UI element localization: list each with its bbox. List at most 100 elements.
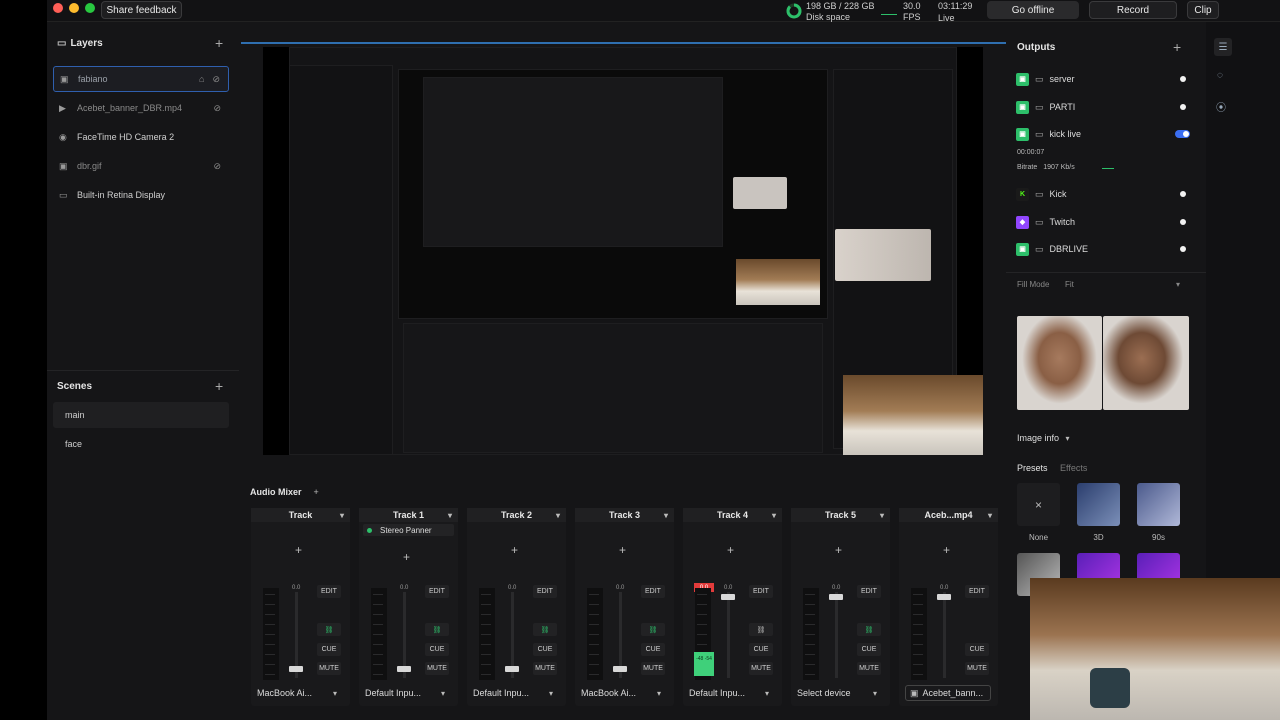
preset-90s[interactable] xyxy=(1137,483,1180,526)
track-header[interactable]: Aceb...mp4 ▾ xyxy=(899,508,998,522)
edit-button[interactable]: EDIT xyxy=(641,585,665,598)
fill-mode-select[interactable]: Fit ▾ xyxy=(1061,276,1186,292)
input-device-select[interactable]: Select device ▾ xyxy=(797,685,883,701)
volume-fader-track[interactable] xyxy=(835,592,838,678)
mute-button[interactable]: MUTE xyxy=(425,662,449,675)
presets-tab[interactable]: Presets xyxy=(1017,463,1048,473)
volume-fader-track[interactable] xyxy=(943,592,946,678)
scene-item-main[interactable]: main xyxy=(53,402,229,428)
lock-icon[interactable]: ⌂ xyxy=(199,74,204,84)
scene-item-face[interactable]: face xyxy=(53,431,229,457)
output-item-dbrlive[interactable]: ▣ ▭ DBRLIVE xyxy=(1016,239,1186,259)
track-header[interactable]: Track ▾ xyxy=(251,508,350,522)
input-device-select[interactable]: Default Inpu... ▾ xyxy=(365,685,451,701)
cue-button[interactable]: CUE xyxy=(857,643,881,656)
image-info-toggle[interactable]: Image info ▾ xyxy=(1017,433,1070,443)
go-offline-button[interactable]: Go offline xyxy=(987,1,1079,19)
add-filter-button[interactable]: + xyxy=(619,543,626,557)
mute-button[interactable]: MUTE xyxy=(641,662,665,675)
cue-button[interactable]: CUE xyxy=(317,643,341,656)
link-icon[interactable]: ⛓ xyxy=(533,623,557,636)
layer-item-dbr-gif[interactable]: ▣ dbr.gif ⊘ xyxy=(53,153,229,179)
add-output-button[interactable]: + xyxy=(1173,40,1181,54)
mute-button[interactable]: MUTE xyxy=(965,662,989,675)
record-button[interactable]: Record xyxy=(1089,1,1177,19)
input-device-select[interactable]: Default Inpu... ▾ xyxy=(473,685,559,701)
track-header[interactable]: Track 2 ▾ xyxy=(467,508,566,522)
add-filter-button[interactable]: + xyxy=(511,543,518,557)
volume-fader-knob[interactable] xyxy=(721,594,735,600)
visibility-hidden-icon[interactable]: ⊘ xyxy=(213,103,221,114)
preset-none[interactable]: × xyxy=(1017,483,1060,526)
broadcast-icon[interactable]: ⦿ xyxy=(1216,99,1226,114)
cue-button[interactable]: CUE xyxy=(965,643,989,656)
visibility-hidden-icon[interactable]: ⊘ xyxy=(212,74,220,85)
edit-button[interactable]: EDIT xyxy=(533,585,557,598)
visibility-hidden-icon[interactable]: ⊘ xyxy=(213,161,221,172)
link-icon[interactable]: ⛓ xyxy=(641,623,665,636)
add-layer-button[interactable]: + xyxy=(215,36,223,50)
volume-fader-knob[interactable] xyxy=(613,666,627,672)
link-icon[interactable]: ⛓ xyxy=(857,623,881,636)
status-dot[interactable] xyxy=(1180,191,1186,197)
track-header[interactable]: Track 3 ▾ xyxy=(575,508,674,522)
edit-button[interactable]: EDIT xyxy=(857,585,881,598)
add-track-button[interactable]: + xyxy=(314,487,319,497)
add-filter-button[interactable]: + xyxy=(295,543,302,557)
close-window-button[interactable] xyxy=(53,3,63,13)
output-item-kick-live[interactable]: ▣ ▭ kick live xyxy=(1016,124,1190,144)
add-scene-button[interactable]: + xyxy=(215,379,223,393)
volume-fader-knob[interactable] xyxy=(289,666,303,672)
status-dot[interactable] xyxy=(1180,104,1186,110)
volume-fader-knob[interactable] xyxy=(937,594,951,600)
minimize-window-button[interactable] xyxy=(69,3,79,13)
volume-fader-track[interactable] xyxy=(727,592,730,678)
link-icon[interactable]: ⛓ xyxy=(425,623,449,636)
cue-button[interactable]: CUE xyxy=(533,643,557,656)
edit-button[interactable]: EDIT xyxy=(425,585,449,598)
program-preview[interactable] xyxy=(263,47,983,455)
cue-button[interactable]: CUE xyxy=(425,643,449,656)
output-live-toggle[interactable] xyxy=(1175,130,1190,138)
share-feedback-button[interactable]: Share feedback xyxy=(101,1,182,19)
volume-fader-knob[interactable] xyxy=(397,666,411,672)
input-device-select[interactable]: ▣ Acebet_bann... xyxy=(905,685,991,701)
track-header[interactable]: Track 5 ▾ xyxy=(791,508,890,522)
preset-3d[interactable] xyxy=(1077,483,1120,526)
edit-button[interactable]: EDIT xyxy=(317,585,341,598)
maximize-window-button[interactable] xyxy=(85,3,95,13)
edit-button[interactable]: EDIT xyxy=(965,585,989,598)
link-icon[interactable]: ⛓ xyxy=(317,623,341,636)
track-header[interactable]: Track 1 ▾ xyxy=(359,508,458,522)
layer-item-acebet-banner[interactable]: ▶ Acebet_banner_DBR.mp4 ⊘ xyxy=(53,95,229,121)
layer-item-facetime-camera[interactable]: ◉ FaceTime HD Camera 2 xyxy=(53,124,229,150)
properties-icon[interactable]: ☰ xyxy=(1214,38,1232,56)
unlink-icon[interactable]: ⛓ xyxy=(749,623,773,636)
track-header[interactable]: Track 4 ▾ xyxy=(683,508,782,522)
status-dot[interactable] xyxy=(1180,246,1186,252)
volume-fader-knob[interactable] xyxy=(505,666,519,672)
edit-button[interactable]: EDIT xyxy=(749,585,773,598)
input-device-select[interactable]: MacBook Ai... ▾ xyxy=(581,685,667,701)
effects-tab[interactable]: Effects xyxy=(1060,463,1087,473)
mute-button[interactable]: MUTE xyxy=(317,662,341,675)
status-dot[interactable] xyxy=(1180,219,1186,225)
layer-item-fabiano[interactable]: ▣ fabiano ⌂ ⊘ xyxy=(53,66,229,92)
add-filter-button[interactable]: + xyxy=(943,543,950,557)
output-item-kick[interactable]: K ▭ Kick xyxy=(1016,184,1186,204)
mute-button[interactable]: MUTE xyxy=(857,662,881,675)
clip-button[interactable]: Clip xyxy=(1187,1,1219,19)
chat-icon[interactable]: ◌ xyxy=(1217,70,1223,81)
cue-button[interactable]: CUE xyxy=(749,643,773,656)
stereo-panner-chip[interactable]: Stereo Panner xyxy=(363,524,454,536)
add-filter-button[interactable]: + xyxy=(727,543,734,557)
add-filter-button[interactable]: + xyxy=(403,550,410,564)
output-item-twitch[interactable]: ◆ ▭ Twitch xyxy=(1016,212,1186,232)
mute-button[interactable]: MUTE xyxy=(749,662,773,675)
input-device-select[interactable]: MacBook Ai... ▾ xyxy=(257,685,343,701)
input-device-select[interactable]: Default Inpu... ▾ xyxy=(689,685,775,701)
status-dot[interactable] xyxy=(1180,76,1186,82)
add-filter-button[interactable]: + xyxy=(835,543,842,557)
volume-fader-knob[interactable] xyxy=(829,594,843,600)
output-item-parti[interactable]: ▣ ▭ PARTI xyxy=(1016,97,1186,117)
